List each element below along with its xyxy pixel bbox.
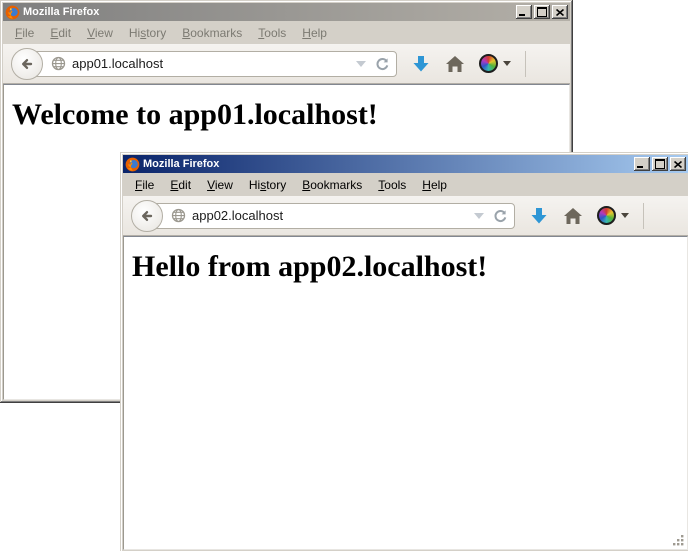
addon-button[interactable] <box>479 54 511 73</box>
firefox-window-app02[interactable]: Mozilla Firefox File Edit View History B… <box>120 152 688 551</box>
navigation-toolbar: app01.localhost <box>3 44 570 84</box>
titlebar[interactable]: Mozilla Firefox <box>3 3 570 21</box>
addon-dropdown-caret-icon <box>621 213 629 218</box>
menu-tools[interactable]: Tools <box>370 175 414 195</box>
url-bar[interactable]: app02.localhost <box>146 203 515 229</box>
menu-button[interactable] <box>540 56 562 72</box>
toolbar-separator <box>525 51 526 77</box>
addon-dropdown-caret-icon <box>503 61 511 66</box>
download-button[interactable] <box>529 206 549 226</box>
back-arrow-icon <box>19 56 35 72</box>
menu-view[interactable]: View <box>199 175 241 195</box>
titlebar[interactable]: Mozilla Firefox <box>123 155 688 173</box>
menu-file[interactable]: File <box>127 175 162 195</box>
navigation-toolbar: app02.localhost <box>123 196 688 236</box>
url-value[interactable]: app01.localhost <box>72 56 352 71</box>
close-button[interactable] <box>552 5 568 19</box>
minimize-icon <box>637 166 643 168</box>
urlbar-dropdown-icon[interactable] <box>474 213 484 219</box>
back-arrow-icon <box>139 208 155 224</box>
maximize-button[interactable] <box>534 5 550 19</box>
menu-bar: File Edit View History Bookmarks Tools H… <box>123 174 688 196</box>
home-button[interactable] <box>563 207 583 225</box>
home-icon <box>445 55 465 73</box>
menu-help[interactable]: Help <box>414 175 455 195</box>
maximize-icon <box>537 7 547 17</box>
url-value[interactable]: app02.localhost <box>192 208 470 223</box>
home-button[interactable] <box>445 55 465 73</box>
menu-tools[interactable]: Tools <box>250 23 294 43</box>
page-heading: Welcome to app01.localhost! <box>12 98 569 132</box>
back-button[interactable] <box>11 48 43 80</box>
color-wheel-addon-icon <box>597 206 616 225</box>
menu-edit[interactable]: Edit <box>42 23 79 43</box>
desktop: Mozilla Firefox File Edit View History B… <box>0 0 688 551</box>
reload-icon[interactable] <box>374 56 390 72</box>
site-identity-globe-icon <box>171 208 186 223</box>
menu-help[interactable]: Help <box>294 23 335 43</box>
maximize-icon <box>655 159 665 169</box>
minimize-button[interactable] <box>634 157 650 171</box>
close-button[interactable] <box>670 157 686 171</box>
window-title: Mozilla Firefox <box>143 158 632 170</box>
urlbar-dropdown-icon[interactable] <box>356 61 366 67</box>
menu-button[interactable] <box>658 208 680 224</box>
menu-file[interactable]: File <box>7 23 42 43</box>
resize-grip[interactable] <box>671 533 685 547</box>
reload-icon[interactable] <box>492 208 508 224</box>
addon-button[interactable] <box>597 206 629 225</box>
close-icon <box>556 9 564 16</box>
menu-bar: File Edit View History Bookmarks Tools H… <box>3 22 570 44</box>
minimize-button[interactable] <box>516 5 532 19</box>
menu-bookmarks[interactable]: Bookmarks <box>174 23 250 43</box>
download-arrow-icon <box>529 206 549 226</box>
minimize-icon <box>519 14 525 16</box>
firefox-logo-icon <box>125 157 140 172</box>
color-wheel-addon-icon <box>479 54 498 73</box>
page-heading: Hello from app02.localhost! <box>132 250 687 284</box>
maximize-button[interactable] <box>652 157 668 171</box>
window-title: Mozilla Firefox <box>23 6 514 18</box>
url-bar[interactable]: app01.localhost <box>26 51 397 77</box>
menu-history[interactable]: History <box>121 23 174 43</box>
menu-edit[interactable]: Edit <box>162 175 199 195</box>
menu-history[interactable]: History <box>241 175 294 195</box>
site-identity-globe-icon <box>51 56 66 71</box>
menu-view[interactable]: View <box>79 23 121 43</box>
download-button[interactable] <box>411 54 431 74</box>
toolbar-separator <box>643 203 644 229</box>
close-icon <box>674 161 682 168</box>
home-icon <box>563 207 583 225</box>
page-content-app02: Hello from app02.localhost! <box>123 236 688 550</box>
download-arrow-icon <box>411 54 431 74</box>
firefox-logo-icon <box>5 5 20 20</box>
back-button[interactable] <box>131 200 163 232</box>
menu-bookmarks[interactable]: Bookmarks <box>294 175 370 195</box>
